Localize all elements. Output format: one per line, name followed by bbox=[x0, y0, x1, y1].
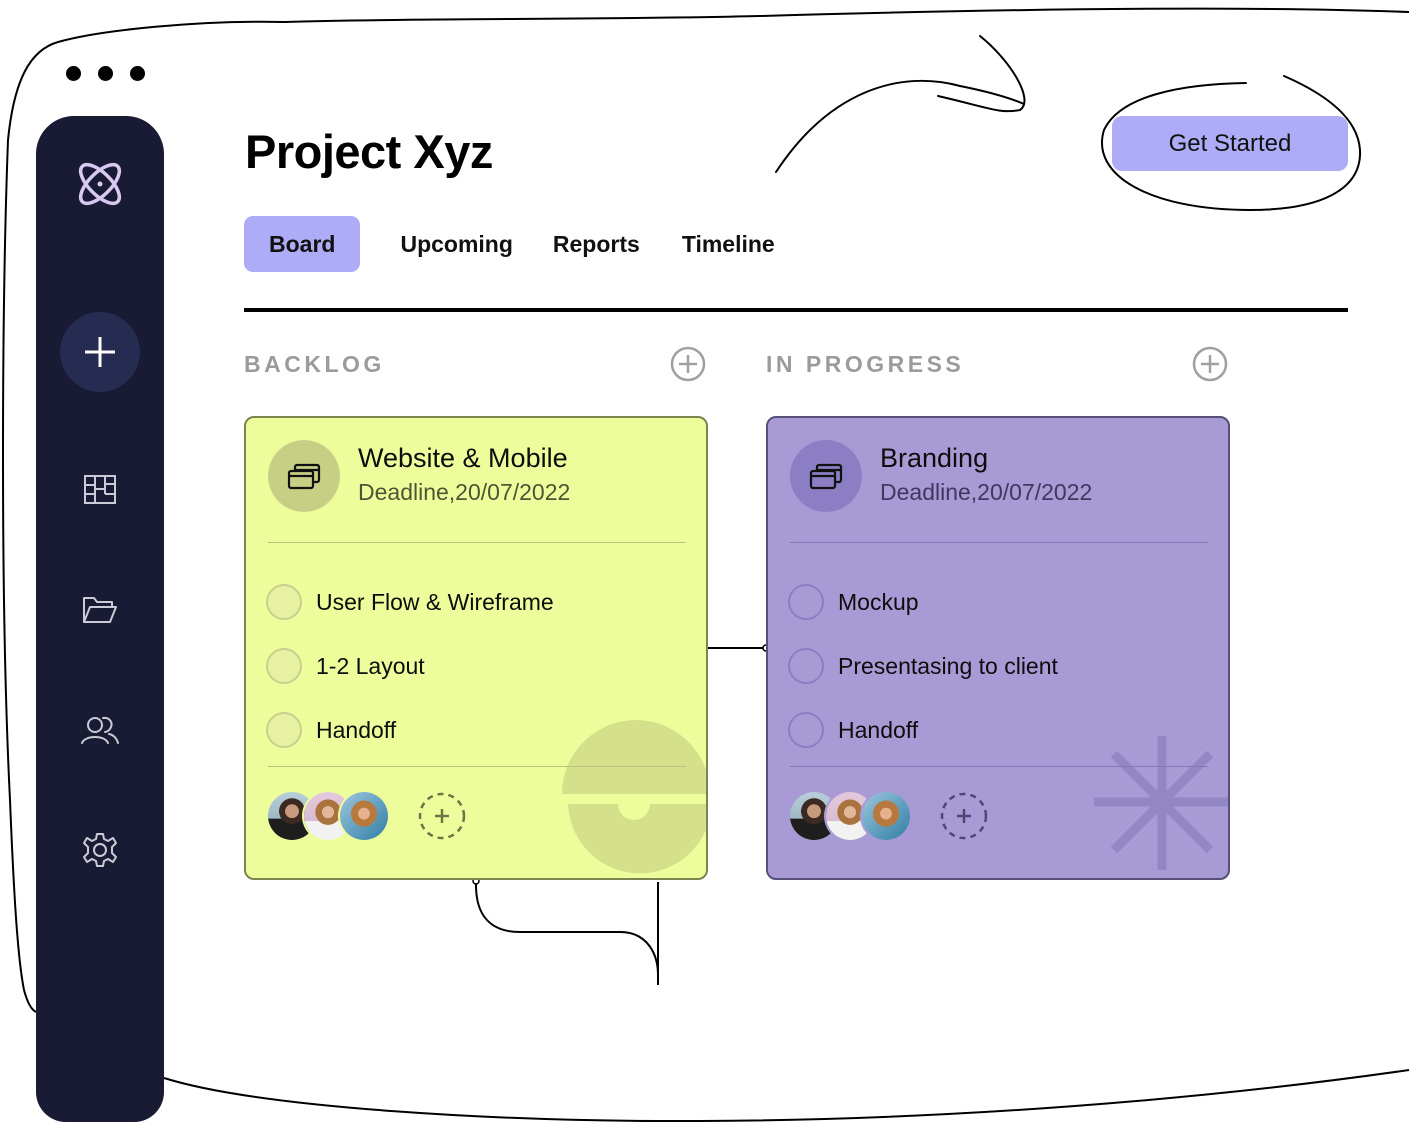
card-divider bbox=[268, 766, 686, 767]
sketch-arrow bbox=[775, 35, 1026, 173]
plus-icon bbox=[85, 337, 115, 367]
plus-dashed-circle-icon bbox=[940, 792, 988, 840]
task-list: User Flow & Wireframe 1-2 Layout Handoff bbox=[266, 570, 554, 762]
sidebar-item-settings[interactable] bbox=[36, 830, 164, 870]
half-circle-decoration bbox=[562, 720, 706, 874]
task-item[interactable]: Handoff bbox=[788, 698, 1058, 762]
card-deadline: Deadline,20/07/2022 bbox=[358, 479, 571, 505]
project-card-branding[interactable]: Branding Deadline,20/07/2022 Mockup Pres… bbox=[766, 416, 1230, 880]
task-checkbox[interactable] bbox=[788, 648, 824, 684]
card-divider bbox=[790, 766, 1208, 767]
window-dot[interactable] bbox=[98, 66, 113, 81]
task-item[interactable]: User Flow & Wireframe bbox=[266, 570, 554, 634]
sidebar-logo[interactable] bbox=[36, 156, 164, 212]
task-checkbox[interactable] bbox=[788, 584, 824, 620]
task-item[interactable]: Handoff bbox=[266, 698, 554, 762]
page-title: Project Xyz bbox=[245, 125, 493, 178]
board-layout-icon bbox=[84, 475, 116, 504]
sidebar-item-projects[interactable] bbox=[36, 590, 164, 630]
get-started-button[interactable]: Get Started bbox=[1112, 116, 1348, 171]
card-icon-badge bbox=[790, 440, 862, 512]
card-title: Website & Mobile bbox=[358, 443, 568, 473]
gear-icon bbox=[83, 833, 117, 867]
task-label: User Flow & Wireframe bbox=[316, 588, 554, 615]
member-avatars bbox=[790, 792, 910, 840]
column-header-in-progress: IN PROGRESS bbox=[766, 346, 1228, 382]
add-member-button[interactable] bbox=[418, 792, 466, 840]
avatar[interactable] bbox=[862, 792, 910, 840]
card-divider bbox=[790, 542, 1208, 543]
card-title: Branding bbox=[880, 443, 989, 473]
task-checkbox[interactable] bbox=[788, 712, 824, 748]
windows-stack-icon bbox=[809, 463, 843, 490]
folder-open-icon bbox=[83, 597, 117, 623]
column-title: IN PROGRESS bbox=[766, 350, 965, 377]
window-dot[interactable] bbox=[130, 66, 145, 81]
window-controls bbox=[66, 66, 145, 81]
add-card-button[interactable] bbox=[670, 346, 706, 382]
windows-stack-icon bbox=[287, 463, 321, 490]
task-label: Mockup bbox=[838, 588, 919, 615]
bottom-connector bbox=[475, 882, 659, 985]
task-item[interactable]: Mockup bbox=[788, 570, 1058, 634]
tab-bar: Board Upcoming Reports Timeline bbox=[244, 216, 775, 272]
tab-upcoming[interactable]: Upcoming bbox=[400, 216, 512, 272]
tab-board[interactable]: Board bbox=[244, 216, 361, 272]
member-avatars bbox=[268, 792, 388, 840]
task-checkbox[interactable] bbox=[266, 584, 302, 620]
task-item[interactable]: Presentasing to client bbox=[788, 634, 1058, 698]
atom-icon bbox=[78, 162, 122, 206]
window-outline-bottom bbox=[163, 1069, 1409, 1122]
task-label: Handoff bbox=[316, 716, 397, 743]
card-divider bbox=[268, 542, 686, 543]
card-deadline: Deadline,20/07/2022 bbox=[880, 479, 1093, 505]
sidebar bbox=[36, 116, 164, 1122]
sidebar-item-board[interactable] bbox=[36, 470, 164, 510]
task-label: 1-2 Layout bbox=[316, 652, 425, 679]
task-label: Handoff bbox=[838, 716, 919, 743]
add-card-button[interactable] bbox=[1192, 346, 1228, 382]
tab-reports[interactable]: Reports bbox=[553, 216, 640, 272]
column-header-backlog: BACKLOG bbox=[244, 346, 706, 382]
project-card-website-mobile[interactable]: Website & Mobile Deadline,20/07/2022 Use… bbox=[244, 416, 708, 880]
plus-circle-icon bbox=[1192, 346, 1228, 382]
task-checkbox[interactable] bbox=[266, 712, 302, 748]
add-member-button[interactable] bbox=[940, 792, 988, 840]
task-label: Presentasing to client bbox=[838, 652, 1058, 679]
tab-divider bbox=[244, 308, 1348, 312]
sidebar-add-button[interactable] bbox=[36, 312, 164, 392]
tab-timeline[interactable]: Timeline bbox=[682, 216, 775, 272]
sidebar-item-team[interactable] bbox=[36, 710, 164, 750]
plus-circle-icon bbox=[670, 346, 706, 382]
column-title: BACKLOG bbox=[244, 350, 385, 377]
window-dot[interactable] bbox=[66, 66, 81, 81]
plus-dashed-circle-icon bbox=[418, 792, 466, 840]
card-icon-badge bbox=[268, 440, 340, 512]
users-icon bbox=[81, 716, 119, 744]
avatar[interactable] bbox=[340, 792, 388, 840]
task-item[interactable]: 1-2 Layout bbox=[266, 634, 554, 698]
task-list: Mockup Presentasing to client Handoff bbox=[788, 570, 1058, 762]
task-checkbox[interactable] bbox=[266, 648, 302, 684]
asterisk-decoration bbox=[1094, 736, 1228, 870]
